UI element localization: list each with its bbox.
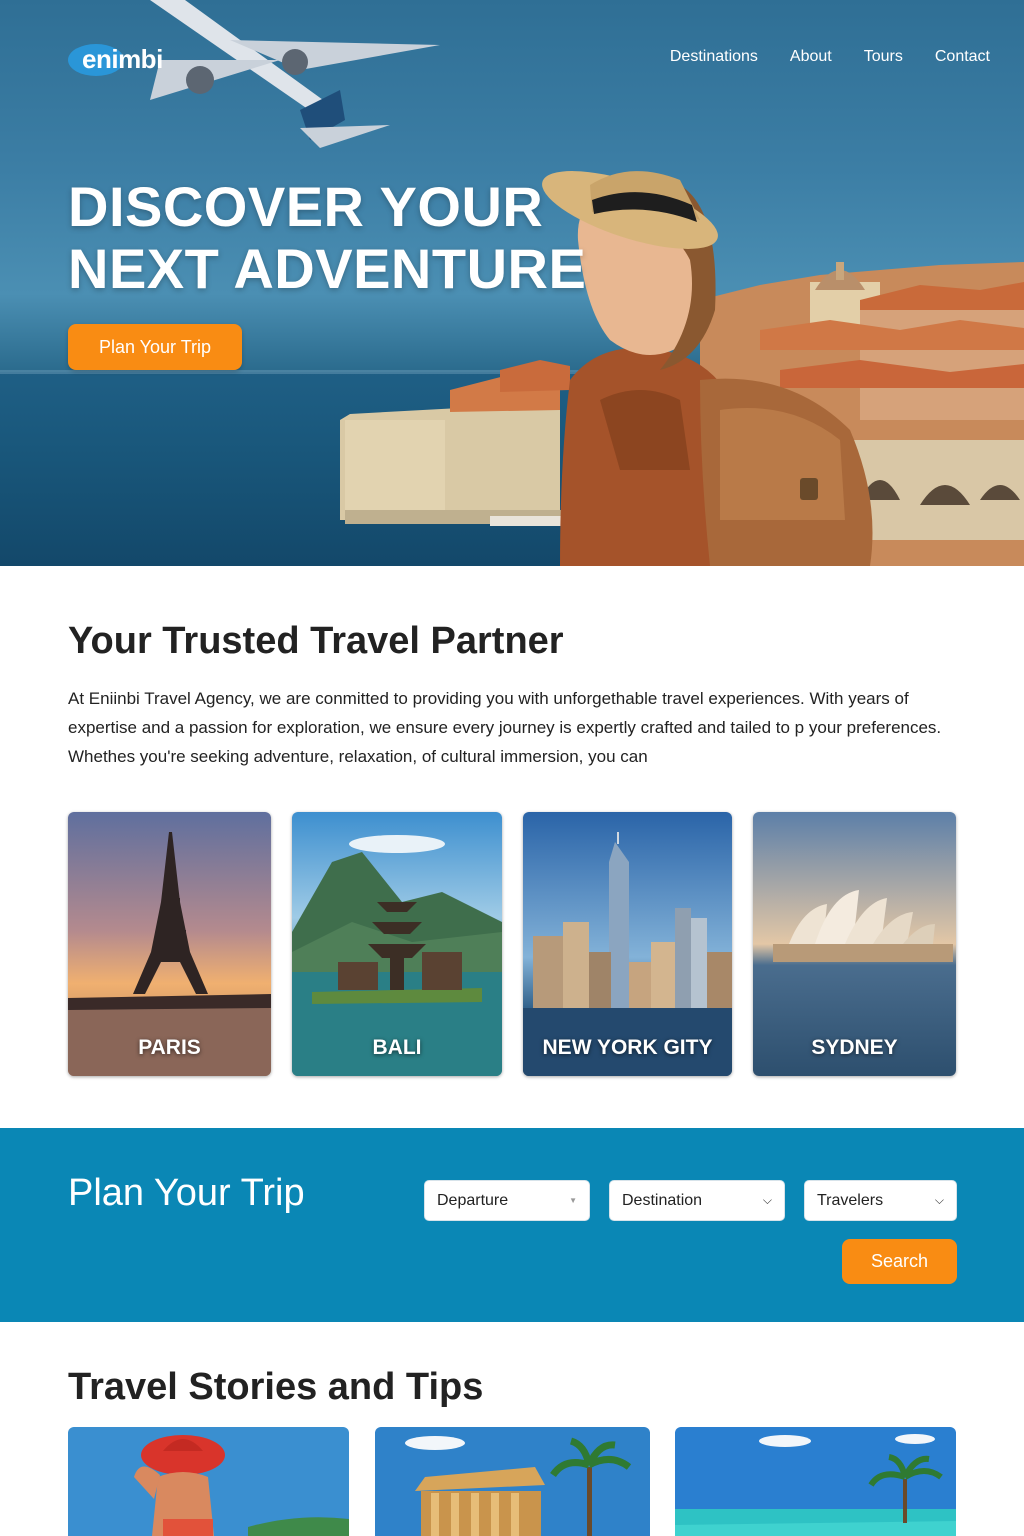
search-button[interactable]: Search xyxy=(842,1239,957,1284)
hero-title-line-2: NEXT ADVENTURE xyxy=(68,237,587,300)
destination-label-paris: PARIS xyxy=(138,1036,201,1059)
about-text: At Eniinbi Travel Agency, we are conmitt… xyxy=(68,689,942,766)
destination-label-new-york: NEW YORK GITY xyxy=(542,1036,713,1059)
plan-trip-section: Plan Your Trip Departure ▼ Destination ⌵… xyxy=(0,1128,1024,1322)
story-card-tropical-beach[interactable] xyxy=(675,1427,956,1536)
destination-select[interactable]: Destination ⌵ xyxy=(609,1180,785,1221)
travelers-select[interactable]: Travelers ⌵ xyxy=(804,1180,957,1221)
story-card-greek-temple[interactable] xyxy=(375,1427,650,1536)
nav-item-about[interactable]: About xyxy=(790,46,832,68)
destination-card-paris[interactable]: PARIS xyxy=(68,812,271,1076)
destination-label-bali: BALI xyxy=(372,1036,422,1059)
nav-item-destinations[interactable]: Destinations xyxy=(670,46,758,68)
nav-item-tours[interactable]: Tours xyxy=(864,46,903,68)
hero-section: enimbi Destinations About Tours Contact … xyxy=(0,0,1024,566)
chevron-down-icon: ⌵ xyxy=(934,1193,944,1207)
destination-card-sydney[interactable]: SYDNEY xyxy=(753,812,956,1076)
chevron-down-icon: ▼ xyxy=(569,1196,577,1205)
story-tropical-beach-image xyxy=(675,1427,956,1536)
destination-label-sydney: SYDNEY xyxy=(811,1036,898,1059)
nav-item-contact[interactable]: Contact xyxy=(935,46,990,68)
travelers-select-value: Travelers xyxy=(817,1192,884,1209)
plan-trip-title: Plan Your Trip xyxy=(68,1172,305,1214)
logo-text: enimbi xyxy=(82,44,163,74)
main-nav: Destinations About Tours Contact xyxy=(638,46,990,68)
departure-select[interactable]: Departure ▼ xyxy=(424,1180,590,1221)
about-title: Your Trusted Travel Partner xyxy=(68,620,564,662)
story-beach-woman-image xyxy=(68,1427,349,1536)
destination-card-new-york[interactable]: NEW YORK GITY xyxy=(523,812,732,1076)
hero-title: DISCOVER YOUR NEXT ADVENTURE xyxy=(68,176,628,300)
brand-logo[interactable]: enimbi xyxy=(68,42,176,76)
story-greek-temple-image xyxy=(375,1427,650,1536)
destination-select-value: Destination xyxy=(622,1192,703,1209)
hero-title-line-1: DISCOVER YOUR xyxy=(68,175,544,238)
stories-title: Travel Stories and Tips xyxy=(68,1366,484,1408)
destination-card-bali[interactable]: BALI xyxy=(292,812,502,1076)
chevron-down-icon: ⌵ xyxy=(762,1193,772,1207)
plan-your-trip-button[interactable]: Plan Your Trip xyxy=(68,324,242,370)
story-card-beach-woman[interactable] xyxy=(68,1427,349,1536)
departure-select-value: Departure xyxy=(437,1192,509,1209)
